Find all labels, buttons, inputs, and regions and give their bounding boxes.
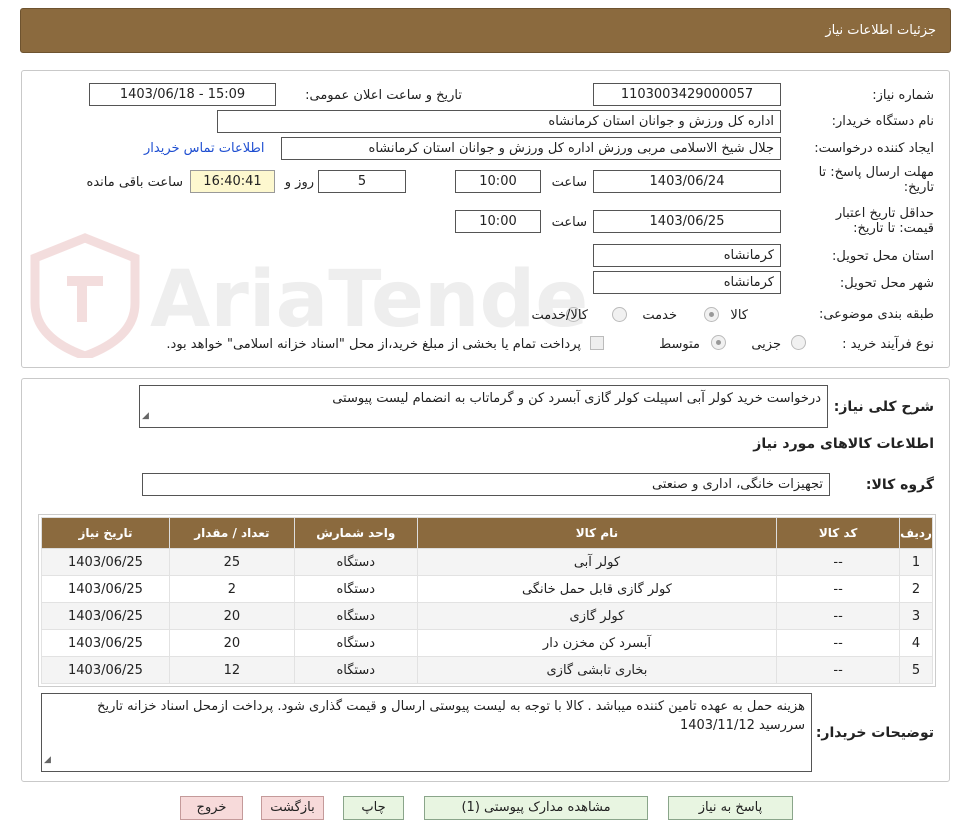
announce-datetime-label: تاریخ و ساعت اعلان عمومی: <box>305 88 462 103</box>
reply-deadline-label: مهلت ارسال پاسخ: تا تاریخ: <box>818 165 934 195</box>
general-description-text: درخواست خرید کولر آبی اسپیلت کولر گازی آ… <box>332 391 821 406</box>
buyer-notes-label: توضیحات خریدار: <box>815 725 934 741</box>
days-left-field: 5 <box>318 170 406 193</box>
table-row: 2 -- کولر گازی قابل حمل خانگی دستگاه 2 1… <box>41 575 933 603</box>
page-title: جزئیات اطلاعات نیاز <box>825 23 936 38</box>
goods-group-field: تجهیزات خانگی، اداری و صنعتی <box>142 473 830 496</box>
treasury-checkbox[interactable] <box>590 336 604 350</box>
table-row: 4 -- آبسرد کن مخزن دار دستگاه 20 1403/06… <box>41 629 933 657</box>
delivery-city-field: کرمانشاه <box>593 271 781 294</box>
need-number-field: 1103003429000057 <box>593 83 781 106</box>
col-quantity: تعداد / مقدار <box>168 517 295 549</box>
resize-grip-icon[interactable]: ◢ <box>44 751 51 770</box>
validity-time-field: 10:00 <box>455 210 541 233</box>
col-unit: واحد شمارش <box>293 517 418 549</box>
table-header-row: ردیف کد کالا نام کالا واحد شمارش تعداد /… <box>41 517 933 549</box>
cell-item-name: کولر آبی <box>416 548 778 576</box>
process-radio-medium-label: متوسط <box>659 337 700 352</box>
table-row: 5 -- بخاری تابشی گازی دستگاه 12 1403/06/… <box>41 656 933 684</box>
time-left-label: ساعت باقی مانده <box>86 175 183 190</box>
reply-time-label: ساعت <box>551 175 587 190</box>
cell-need-date: 1403/06/25 <box>41 629 170 657</box>
cell-item-code: -- <box>776 629 901 657</box>
general-description-field[interactable]: درخواست خرید کولر آبی اسپیلت کولر گازی آ… <box>139 385 828 428</box>
exit-button[interactable]: خروج <box>180 796 243 820</box>
subject-radio-service-label: خدمت <box>642 308 677 323</box>
subject-radio-goods[interactable] <box>704 307 719 322</box>
cell-row-number: 3 <box>899 602 933 630</box>
buyer-org-label: نام دستگاه خریدار: <box>831 114 934 129</box>
cell-item-name: کولر گازی <box>416 602 778 630</box>
cell-item-code: -- <box>776 575 901 603</box>
purchase-process-label: نوع فرآیند خرید : <box>842 337 934 352</box>
cell-quantity: 25 <box>168 548 295 576</box>
page-header: جزئیات اطلاعات نیاز <box>20 8 951 53</box>
cell-unit: دستگاه <box>293 656 418 684</box>
subject-radio-service[interactable] <box>612 307 627 322</box>
cell-need-date: 1403/06/25 <box>41 575 170 603</box>
countdown-timer: 16:40:41 <box>190 170 275 193</box>
cell-item-name: کولر گازی قابل حمل خانگی <box>416 575 778 603</box>
buyer-org-field: اداره کل ورزش و جوانان استان کرمانشاه <box>217 110 781 133</box>
cell-quantity: 20 <box>168 602 295 630</box>
goods-group-label: گروه کالا: <box>865 477 934 493</box>
need-number-label: شماره نیاز: <box>872 88 934 103</box>
validity-time-label: ساعت <box>551 215 587 230</box>
table-row: 3 -- کولر گازی دستگاه 20 1403/06/25 <box>41 602 933 630</box>
buyer-notes-field[interactable]: هزینه حمل به عهده تامین کننده میباشد . ک… <box>41 693 812 772</box>
cell-item-name: آبسرد کن مخزن دار <box>416 629 778 657</box>
cell-need-date: 1403/06/25 <box>41 656 170 684</box>
delivery-province-field: کرمانشاه <box>593 244 781 267</box>
treasury-note: پرداخت تمام یا بخشی از مبلغ خرید،از محل … <box>166 337 581 352</box>
cell-item-code: -- <box>776 656 901 684</box>
cell-unit: دستگاه <box>293 602 418 630</box>
process-radio-medium[interactable] <box>711 335 726 350</box>
cell-row-number: 5 <box>899 656 933 684</box>
cell-quantity: 2 <box>168 575 295 603</box>
price-validity-label: حداقل تاریخ اعتبار قیمت: تا تاریخ: <box>835 206 934 236</box>
reply-date-field: 1403/06/24 <box>593 170 781 193</box>
day-and-label: روز و <box>284 175 314 190</box>
cell-unit: دستگاه <box>293 629 418 657</box>
cell-item-name: بخاری تابشی گازی <box>416 656 778 684</box>
cell-quantity: 12 <box>168 656 295 684</box>
col-item-name: نام کالا <box>416 517 778 549</box>
cell-row-number: 2 <box>899 575 933 603</box>
cell-need-date: 1403/06/25 <box>41 602 170 630</box>
resize-grip-icon[interactable]: ◢ <box>142 407 149 426</box>
cell-need-date: 1403/06/25 <box>41 548 170 576</box>
requester-field: جلال شیخ الاسلامی مربی ورزش اداره کل ورز… <box>281 137 781 160</box>
cell-item-code: -- <box>776 602 901 630</box>
reply-time-field: 10:00 <box>455 170 541 193</box>
col-need-date: تاریخ نیاز <box>41 517 170 549</box>
cell-unit: دستگاه <box>293 548 418 576</box>
cell-row-number: 4 <box>899 629 933 657</box>
requester-label: ایجاد کننده درخواست: <box>814 141 934 156</box>
print-button[interactable]: چاپ <box>343 796 404 820</box>
reply-button[interactable]: پاسخ به نیاز <box>668 796 793 820</box>
subject-radio-goods-label: کالا <box>730 308 748 323</box>
cell-unit: دستگاه <box>293 575 418 603</box>
subject-radio-both-label: کالا/خدمت <box>531 308 588 323</box>
view-attachments-button[interactable]: مشاهده مدارک پیوستی (1) <box>424 796 648 820</box>
general-description-label: شرح کلی نیاز: <box>833 399 934 415</box>
validity-date-field: 1403/06/25 <box>593 210 781 233</box>
items-table: ردیف کد کالا نام کالا واحد شمارش تعداد /… <box>41 517 933 684</box>
process-radio-minor[interactable] <box>791 335 806 350</box>
table-row: 1 -- کولر آبی دستگاه 25 1403/06/25 <box>41 548 933 576</box>
process-radio-minor-label: جزیی <box>751 337 781 352</box>
buyer-contact-link[interactable]: اطلاعات تماس خریدار <box>144 141 264 156</box>
delivery-city-label: شهر محل تحویل: <box>839 276 934 291</box>
back-button[interactable]: بازگشت <box>261 796 324 820</box>
cell-quantity: 20 <box>168 629 295 657</box>
goods-info-title: اطلاعات کالاهای مورد نیاز <box>753 436 934 452</box>
cell-item-code: -- <box>776 548 901 576</box>
announce-datetime-field: 1403/06/18 - 15:09 <box>89 83 276 106</box>
buyer-notes-text: هزینه حمل به عهده تامین کننده میباشد . ک… <box>97 699 805 733</box>
delivery-province-label: استان محل تحویل: <box>832 249 934 264</box>
col-row-number: ردیف <box>899 517 933 549</box>
cell-row-number: 1 <box>899 548 933 576</box>
subject-category-label: طبقه بندی موضوعی: <box>818 307 934 322</box>
col-item-code: کد کالا <box>776 517 901 549</box>
